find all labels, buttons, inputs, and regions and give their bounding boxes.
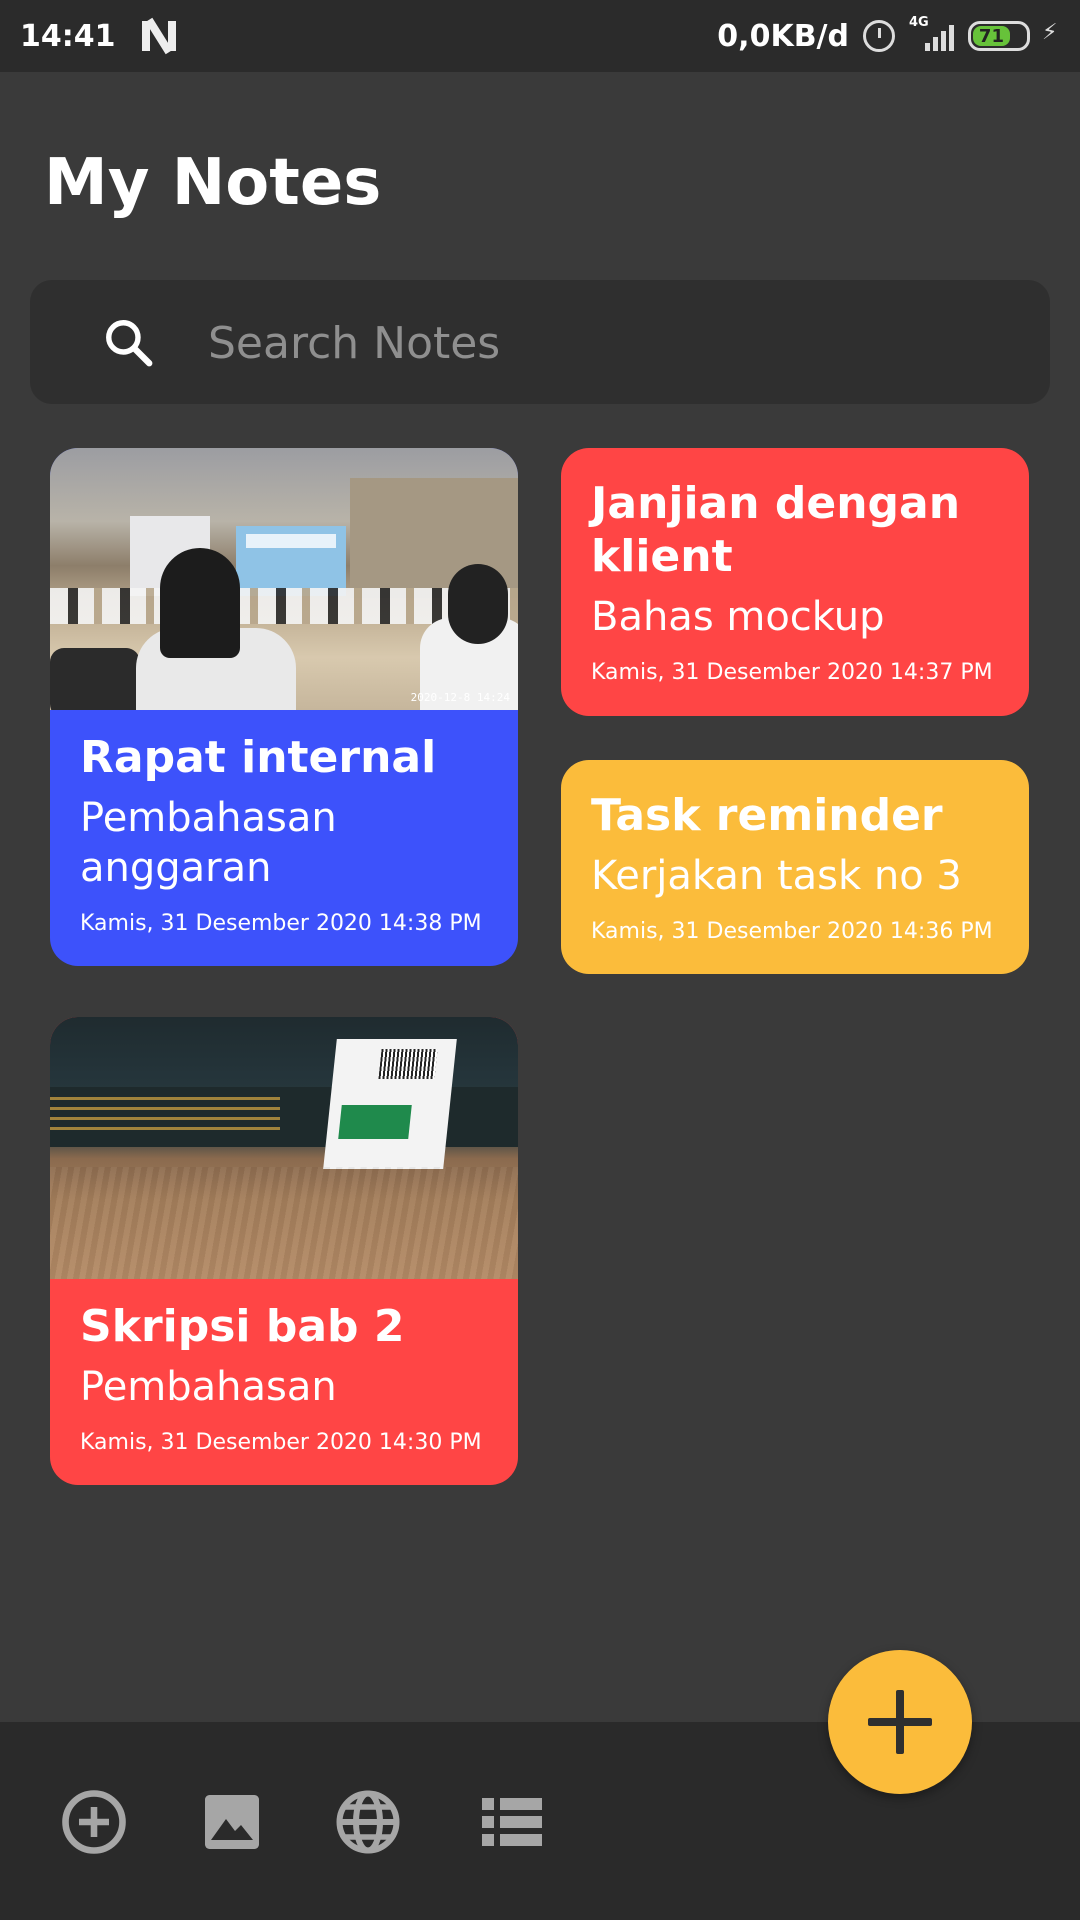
note-card-skripsi[interactable]: Skripsi bab 2 Pembahasan Kamis, 31 Desem… xyxy=(50,1017,518,1485)
note-title: Janjian dengan klient xyxy=(591,478,961,582)
status-time: 14:41 xyxy=(20,18,116,54)
note-title: Rapat internal xyxy=(80,732,437,783)
signal-icon: 4G xyxy=(909,15,954,51)
battery-icon: 71 xyxy=(968,21,1030,51)
add-circle-icon[interactable] xyxy=(58,1786,130,1858)
network-type: 4G xyxy=(909,15,929,30)
note-title: Task reminder xyxy=(591,790,943,841)
network-speed: 0,0KB/d xyxy=(717,18,849,54)
status-bar: 14:41 0,0KB/d 4G 71 xyxy=(0,0,1080,72)
note-subtitle: Pembahasan xyxy=(80,1363,337,1410)
list-icon[interactable] xyxy=(476,1786,548,1858)
note-title: Skripsi bab 2 xyxy=(80,1301,405,1352)
note-subtitle: Kerjakan task no 3 xyxy=(591,852,962,899)
note-card-janjian[interactable]: Janjian dengan klient Bahas mockup Kamis… xyxy=(561,448,1029,716)
meeting-photo: 2020-12-8 14:24 xyxy=(50,448,518,710)
image-icon[interactable] xyxy=(196,1786,268,1858)
battery-level: 71 xyxy=(973,26,1010,47)
note-card-rapat-internal[interactable]: 2020-12-8 14:24 Rapat internal Pembahasa… xyxy=(50,448,518,966)
charging-icon xyxy=(1042,20,1060,50)
note-date: Kamis, 31 Desember 2020 14:37 PM xyxy=(591,659,993,685)
photo-timestamp: 2020-12-8 14:24 xyxy=(410,691,510,704)
note-subtitle: Pembahasan anggaran xyxy=(80,794,337,891)
search-icon xyxy=(106,320,153,367)
globe-icon[interactable] xyxy=(332,1786,404,1858)
search-input[interactable] xyxy=(208,308,988,378)
note-card-task-reminder[interactable]: Task reminder Kerjakan task no 3 Kamis, … xyxy=(561,760,1029,974)
book-photo xyxy=(50,1017,518,1279)
page-title: My Notes xyxy=(44,146,382,220)
n-logo-icon xyxy=(141,17,176,55)
note-date: Kamis, 31 Desember 2020 14:30 PM xyxy=(80,1429,482,1455)
search-bar[interactable] xyxy=(30,280,1050,404)
alarm-icon xyxy=(863,20,895,52)
note-date: Kamis, 31 Desember 2020 14:38 PM xyxy=(80,910,482,936)
note-date: Kamis, 31 Desember 2020 14:36 PM xyxy=(591,918,993,944)
note-subtitle: Bahas mockup xyxy=(591,593,885,640)
add-note-button[interactable] xyxy=(828,1650,972,1794)
